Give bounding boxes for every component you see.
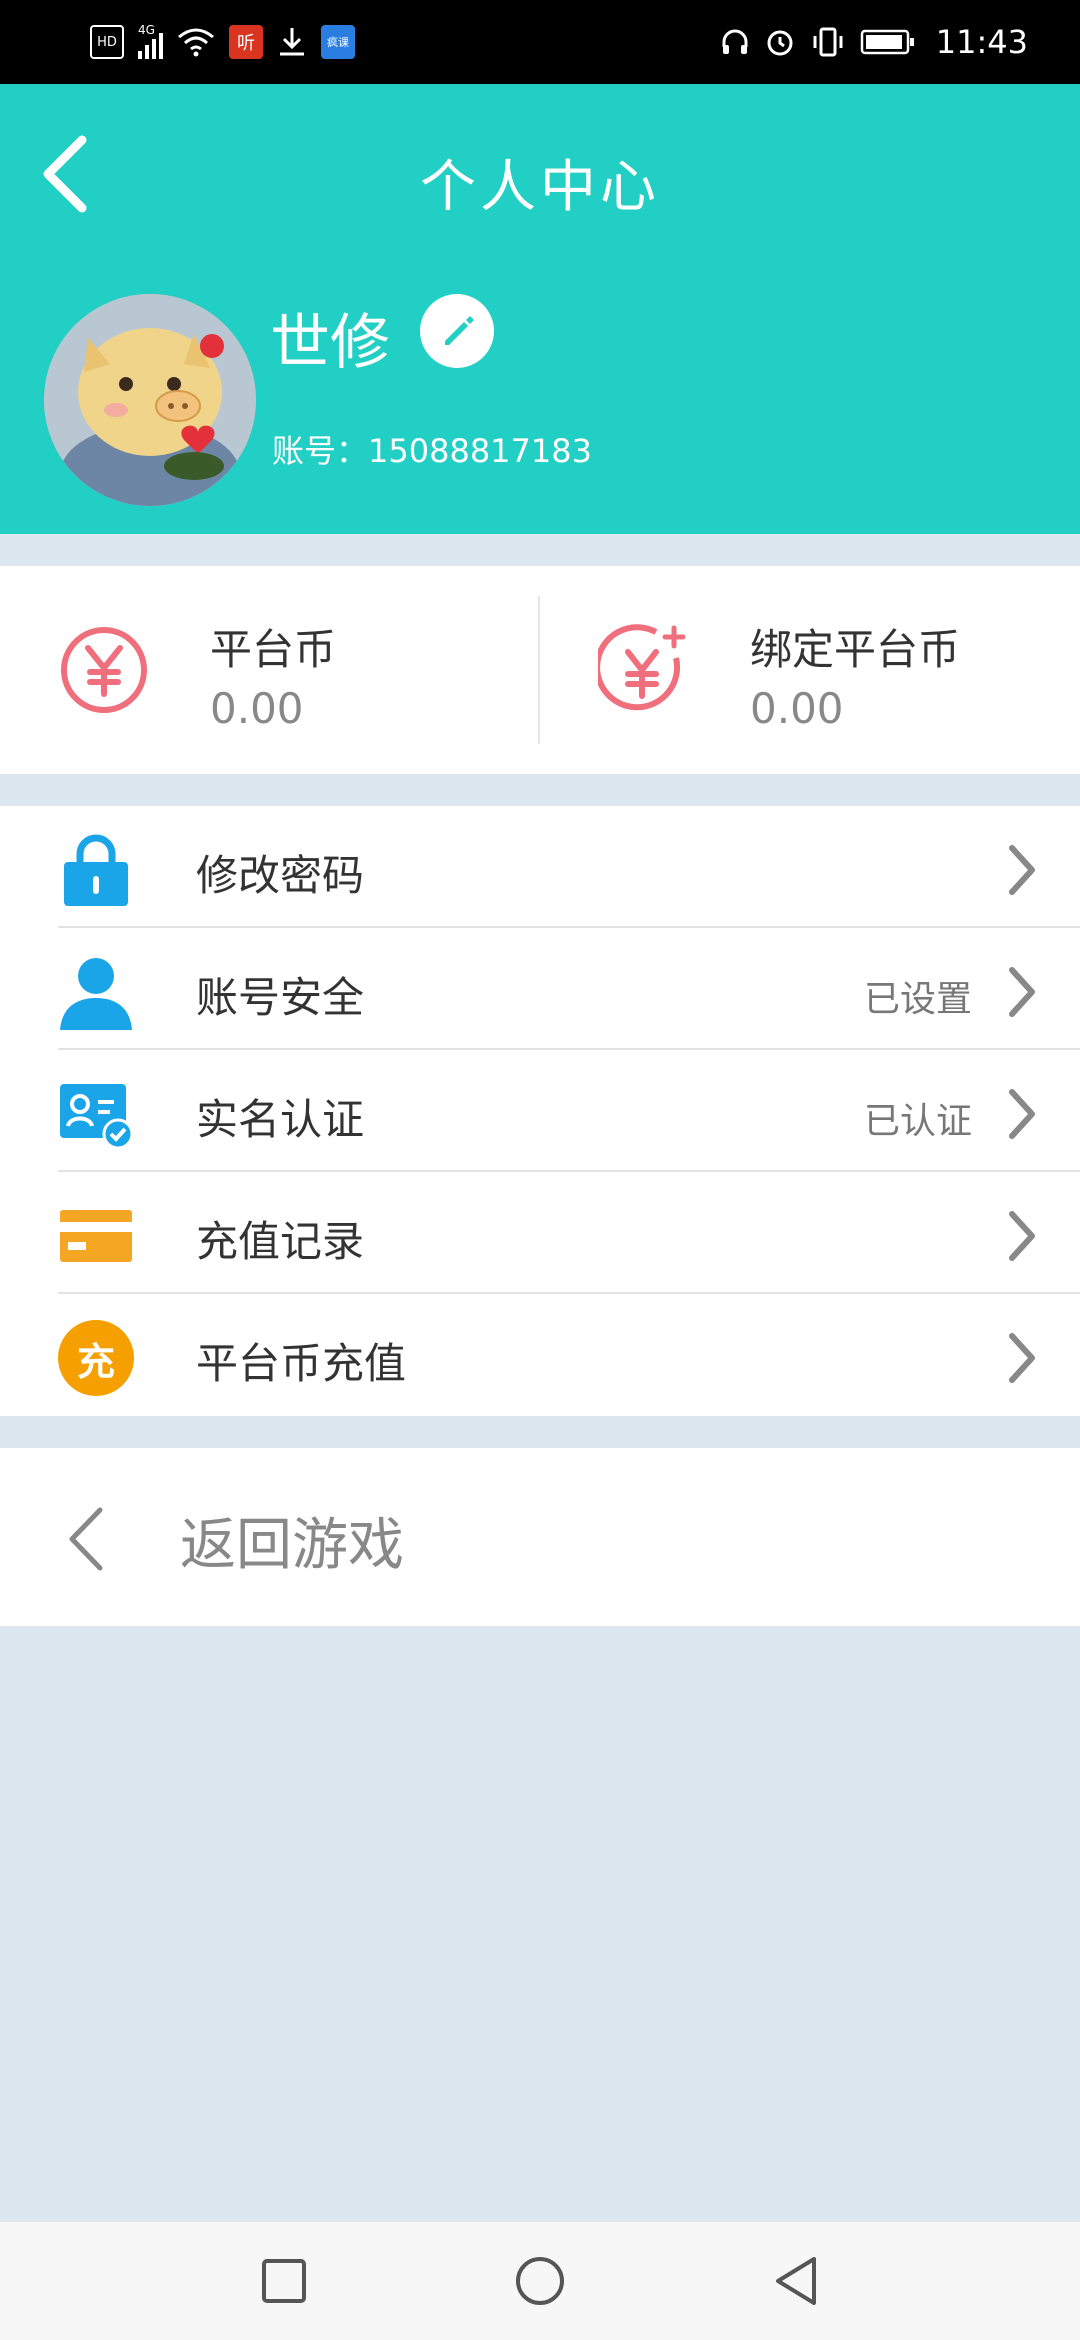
status-right: 11:43 <box>720 23 1028 61</box>
headphones-icon <box>722 29 748 54</box>
menu-item-real-name[interactable]: 实名认证 已认证 <box>0 1050 1080 1172</box>
menu-item-account-security[interactable]: 账号安全 已设置 <box>0 928 1080 1050</box>
chevron-right-icon <box>1009 1211 1035 1261</box>
profile-header: 个人中心 世修 账号：15088817183 <box>0 84 1080 534</box>
page-title: 个人中心 <box>420 155 660 220</box>
system-nav-bar <box>0 2222 1080 2340</box>
recharge-icon: 充 <box>58 1320 134 1396</box>
download-icon <box>280 28 304 56</box>
net-type-label: 4G <box>138 23 155 37</box>
menu-item-coin-recharge[interactable]: 充 平台币充值 <box>0 1294 1080 1416</box>
account-prefix: 账号： <box>272 432 369 470</box>
coin-label: 平台币 <box>210 625 337 674</box>
menu-label: 充值记录 <box>196 1217 365 1266</box>
signal-4g-icon: 4G <box>138 23 163 59</box>
back-nav-button[interactable] <box>768 2253 824 2309</box>
coins-card: 平台币 0.00 绑定平台币 0.00 <box>0 566 1080 774</box>
chevron-right-icon <box>1009 845 1035 895</box>
yuan-icon <box>61 627 147 713</box>
card-icon <box>60 1210 132 1262</box>
avatar[interactable] <box>44 294 256 506</box>
return-label: 返回游戏 <box>180 1513 404 1578</box>
menu-status: 已认证 <box>863 1101 972 1142</box>
return-to-game-button[interactable]: 返回游戏 <box>0 1448 1080 1626</box>
menu-item-change-password[interactable]: 修改密码 <box>0 806 1080 928</box>
hd-icon: HD <box>90 25 124 59</box>
recent-apps-button[interactable] <box>256 2253 312 2309</box>
bound-platform-coin[interactable]: 绑定平台币 0.00 <box>540 566 1080 774</box>
battery-icon <box>860 29 914 55</box>
yuan-plus-icon <box>598 624 686 711</box>
home-button[interactable] <box>512 2253 568 2309</box>
menu-label: 实名认证 <box>196 1095 365 1144</box>
menu-label: 账号安全 <box>196 973 365 1022</box>
app-ke-icon: 疯课 <box>321 25 355 59</box>
account-line: 账号：15088817183 <box>272 426 592 472</box>
clock: 11:43 <box>935 23 1028 61</box>
app-ting-icon: 听 <box>229 25 263 59</box>
recent-apps-icon <box>262 2259 306 2303</box>
pig-avatar-image <box>44 294 256 506</box>
coin-value: 0.00 <box>750 684 844 733</box>
status-left: HD 4G 听 疯课 <box>90 23 355 59</box>
alarm-icon <box>767 30 793 56</box>
username: 世修 <box>270 308 390 378</box>
home-icon <box>516 2257 564 2305</box>
settings-menu: 修改密码 账号安全 已设置 实名认证 已认证 充值记录 充 平台币充值 <box>0 806 1080 1416</box>
menu-label: 修改密码 <box>196 851 365 900</box>
lock-icon <box>64 834 128 906</box>
pencil-icon <box>445 316 474 345</box>
back-icon <box>776 2257 816 2305</box>
coin-value: 0.00 <box>210 684 304 733</box>
coin-label: 绑定平台币 <box>750 625 961 674</box>
chevron-right-icon <box>1009 1089 1035 1139</box>
chevron-left-icon <box>69 1507 103 1571</box>
platform-coin[interactable]: 平台币 0.00 <box>0 566 540 774</box>
chevron-right-icon <box>1009 967 1035 1017</box>
account-number: 15088817183 <box>368 432 592 470</box>
menu-item-recharge-records[interactable]: 充值记录 <box>0 1172 1080 1294</box>
user-icon <box>60 958 132 1030</box>
menu-label: 平台币充值 <box>196 1339 407 1388</box>
wifi-icon <box>178 28 214 57</box>
edit-name-button[interactable] <box>420 294 494 368</box>
chevron-right-icon <box>1009 1333 1035 1383</box>
id-card-icon <box>60 1084 134 1150</box>
status-bar: HD 4G 听 疯课 11:43 <box>0 0 1080 84</box>
menu-status: 已设置 <box>863 979 972 1020</box>
vibrate-icon <box>813 27 843 57</box>
